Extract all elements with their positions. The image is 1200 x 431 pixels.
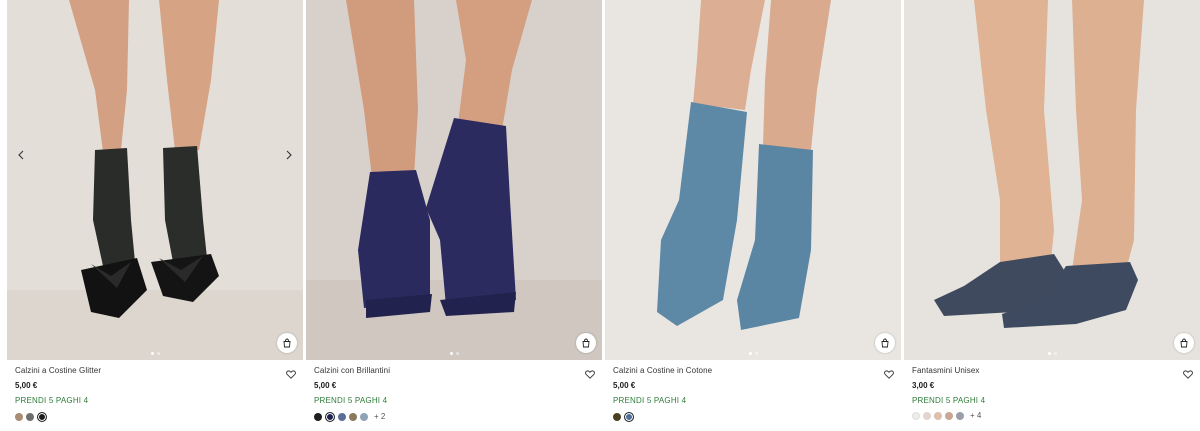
product-photo-unisex-footies xyxy=(904,0,1200,360)
product-name[interactable]: Calzini a Costine in Cotone xyxy=(613,366,895,376)
product-info: Fantasmini Unisex 3,00 € PRENDI 5 PAGHI … xyxy=(912,366,1194,406)
quick-add-button[interactable] xyxy=(277,333,297,353)
color-swatch[interactable] xyxy=(349,413,357,421)
wishlist-button[interactable] xyxy=(883,368,895,380)
color-swatch[interactable] xyxy=(325,412,335,422)
product-price: 5,00 € xyxy=(15,381,38,390)
product-info: Calzini con Brillantini 5,00 € PRENDI 5 … xyxy=(314,366,596,406)
color-swatch[interactable] xyxy=(314,413,322,421)
product-card-3[interactable]: Calzini a Costine in Cotone 5,00 € PREND… xyxy=(605,0,901,431)
heart-outline-icon xyxy=(286,369,296,379)
color-swatch[interactable] xyxy=(956,412,964,420)
color-swatch[interactable] xyxy=(945,412,953,420)
product-card-2[interactable]: Calzini con Brillantini 5,00 € PRENDI 5 … xyxy=(306,0,602,431)
color-swatch[interactable] xyxy=(338,413,346,421)
color-swatch[interactable] xyxy=(37,412,47,422)
product-photo-brillantini-socks xyxy=(306,0,602,360)
heart-outline-icon xyxy=(884,369,894,379)
color-swatch[interactable] xyxy=(360,413,368,421)
carousel-prev-button[interactable] xyxy=(12,146,30,164)
wishlist-button[interactable] xyxy=(285,368,297,380)
product-price: 3,00 € xyxy=(912,381,935,390)
color-swatches xyxy=(15,412,47,422)
color-swatch[interactable] xyxy=(15,413,23,421)
color-swatch[interactable] xyxy=(26,413,34,421)
product-photo-cotton-ribbed-socks xyxy=(605,0,901,360)
product-price: 5,00 € xyxy=(314,381,337,390)
product-image-2[interactable] xyxy=(306,0,602,360)
quick-add-button[interactable] xyxy=(1174,333,1194,353)
color-swatches: + 4 xyxy=(912,412,981,420)
shopping-bag-icon xyxy=(582,338,590,348)
product-card-4[interactable]: Fantasmini Unisex 3,00 € PRENDI 5 PAGHI … xyxy=(904,0,1200,431)
product-info: Calzini a Costine in Cotone 5,00 € PREND… xyxy=(613,366,895,406)
wishlist-button[interactable] xyxy=(1182,368,1194,380)
promo-label: PRENDI 5 PAGHI 4 xyxy=(314,396,388,405)
chevron-left-icon xyxy=(18,150,24,160)
quick-add-button[interactable] xyxy=(576,333,596,353)
product-image-3[interactable] xyxy=(605,0,901,360)
product-card-1[interactable]: Calzini a Costine Glitter 5,00 € PRENDI … xyxy=(7,0,303,431)
color-swatch[interactable] xyxy=(912,412,920,420)
product-grid: Calzini a Costine Glitter 5,00 € PRENDI … xyxy=(0,0,1200,431)
product-info: Calzini a Costine Glitter 5,00 € PRENDI … xyxy=(15,366,297,406)
heart-outline-icon xyxy=(585,369,595,379)
color-swatches xyxy=(613,412,634,422)
carousel-dots xyxy=(7,352,303,355)
promo-label: PRENDI 5 PAGHI 4 xyxy=(613,396,687,405)
wishlist-button[interactable] xyxy=(584,368,596,380)
carousel-dots xyxy=(306,352,602,355)
product-photo-glitter-socks xyxy=(7,0,303,360)
heart-outline-icon xyxy=(1183,369,1193,379)
shopping-bag-icon xyxy=(1180,338,1188,348)
carousel-dots xyxy=(904,352,1200,355)
carousel-dots xyxy=(605,352,901,355)
more-colors-link[interactable]: + 2 xyxy=(374,413,385,421)
color-swatch[interactable] xyxy=(613,413,621,421)
carousel-next-button[interactable] xyxy=(280,146,298,164)
product-image-1[interactable] xyxy=(7,0,303,360)
quick-add-button[interactable] xyxy=(875,333,895,353)
product-name[interactable]: Fantasmini Unisex xyxy=(912,366,1194,376)
color-swatch[interactable] xyxy=(934,412,942,420)
color-swatch[interactable] xyxy=(923,412,931,420)
chevron-right-icon xyxy=(286,150,292,160)
promo-label: PRENDI 5 PAGHI 4 xyxy=(15,396,89,405)
shopping-bag-icon xyxy=(283,338,291,348)
promo-label: PRENDI 5 PAGHI 4 xyxy=(912,396,986,405)
product-price: 5,00 € xyxy=(613,381,636,390)
color-swatches: + 2 xyxy=(314,412,385,422)
more-colors-link[interactable]: + 4 xyxy=(970,412,981,420)
product-name[interactable]: Calzini a Costine Glitter xyxy=(15,366,297,376)
product-name[interactable]: Calzini con Brillantini xyxy=(314,366,596,376)
color-swatch[interactable] xyxy=(624,412,634,422)
product-image-4[interactable] xyxy=(904,0,1200,360)
shopping-bag-icon xyxy=(881,338,889,348)
